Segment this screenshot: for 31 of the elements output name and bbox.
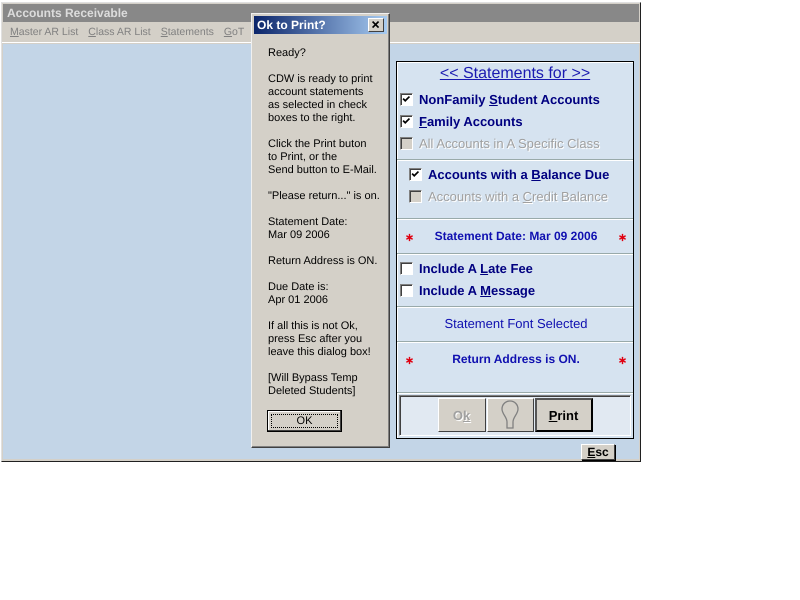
checkbox-label[interactable]: Family Accounts — [419, 114, 523, 130]
status-text: Return Address is ON. — [451, 352, 581, 366]
dialog-message: CDW is ready to print account statements as selected in check boxes to the right. — [268, 73, 374, 125]
checkbox[interactable] — [400, 262, 413, 276]
checkbox-label[interactable]: Include A Late Fee — [419, 261, 533, 276]
checkbox-label[interactable]: Include A Message — [419, 283, 536, 298]
ok-button[interactable]: OK — [267, 410, 342, 432]
dialog-message: [Will Bypass Temp Deleted Students] — [268, 372, 359, 398]
checkbox-label[interactable]: NonFamily Student Accounts — [419, 92, 600, 108]
dialog-title: Ok to Print? — [257, 18, 326, 32]
status-text: Statement Date: Mar 09 2006 — [434, 228, 598, 243]
hint-button[interactable] — [486, 398, 534, 432]
checkbox[interactable] — [400, 93, 413, 106]
checkbox[interactable] — [400, 115, 413, 128]
esc-button[interactable]: Esc — [581, 444, 615, 460]
dialog-message: Due Date is: Apr 01 2006 — [268, 281, 330, 307]
light-bulb-icon — [501, 400, 519, 430]
dialog-message: If all this is not Ok, press Esc after you leave this dialog box! — [268, 320, 372, 359]
dialog-message: Click the Print buton to Print, or the Send button to E-Mail. — [268, 138, 378, 177]
dialog-message: Return Address is ON. — [268, 255, 378, 268]
checkbox[interactable] — [409, 168, 422, 182]
dialog-message: "Please return..." is on. — [268, 190, 381, 203]
dialog-message: Statement Date: Mar 09 2006 — [268, 216, 348, 242]
panel-heading: << Statements for >> — [440, 65, 590, 82]
checkbox-label[interactable]: Accounts with a Balance Due — [428, 167, 610, 182]
dialog-message: Ready? — [268, 47, 307, 60]
action-button[interactable]: Print — [534, 398, 592, 432]
checkbox[interactable] — [400, 284, 413, 298]
status-text: Statement Font Selected — [443, 316, 589, 332]
close-icon[interactable] — [368, 18, 384, 32]
window-title: Accounts Receivable — [7, 6, 128, 20]
